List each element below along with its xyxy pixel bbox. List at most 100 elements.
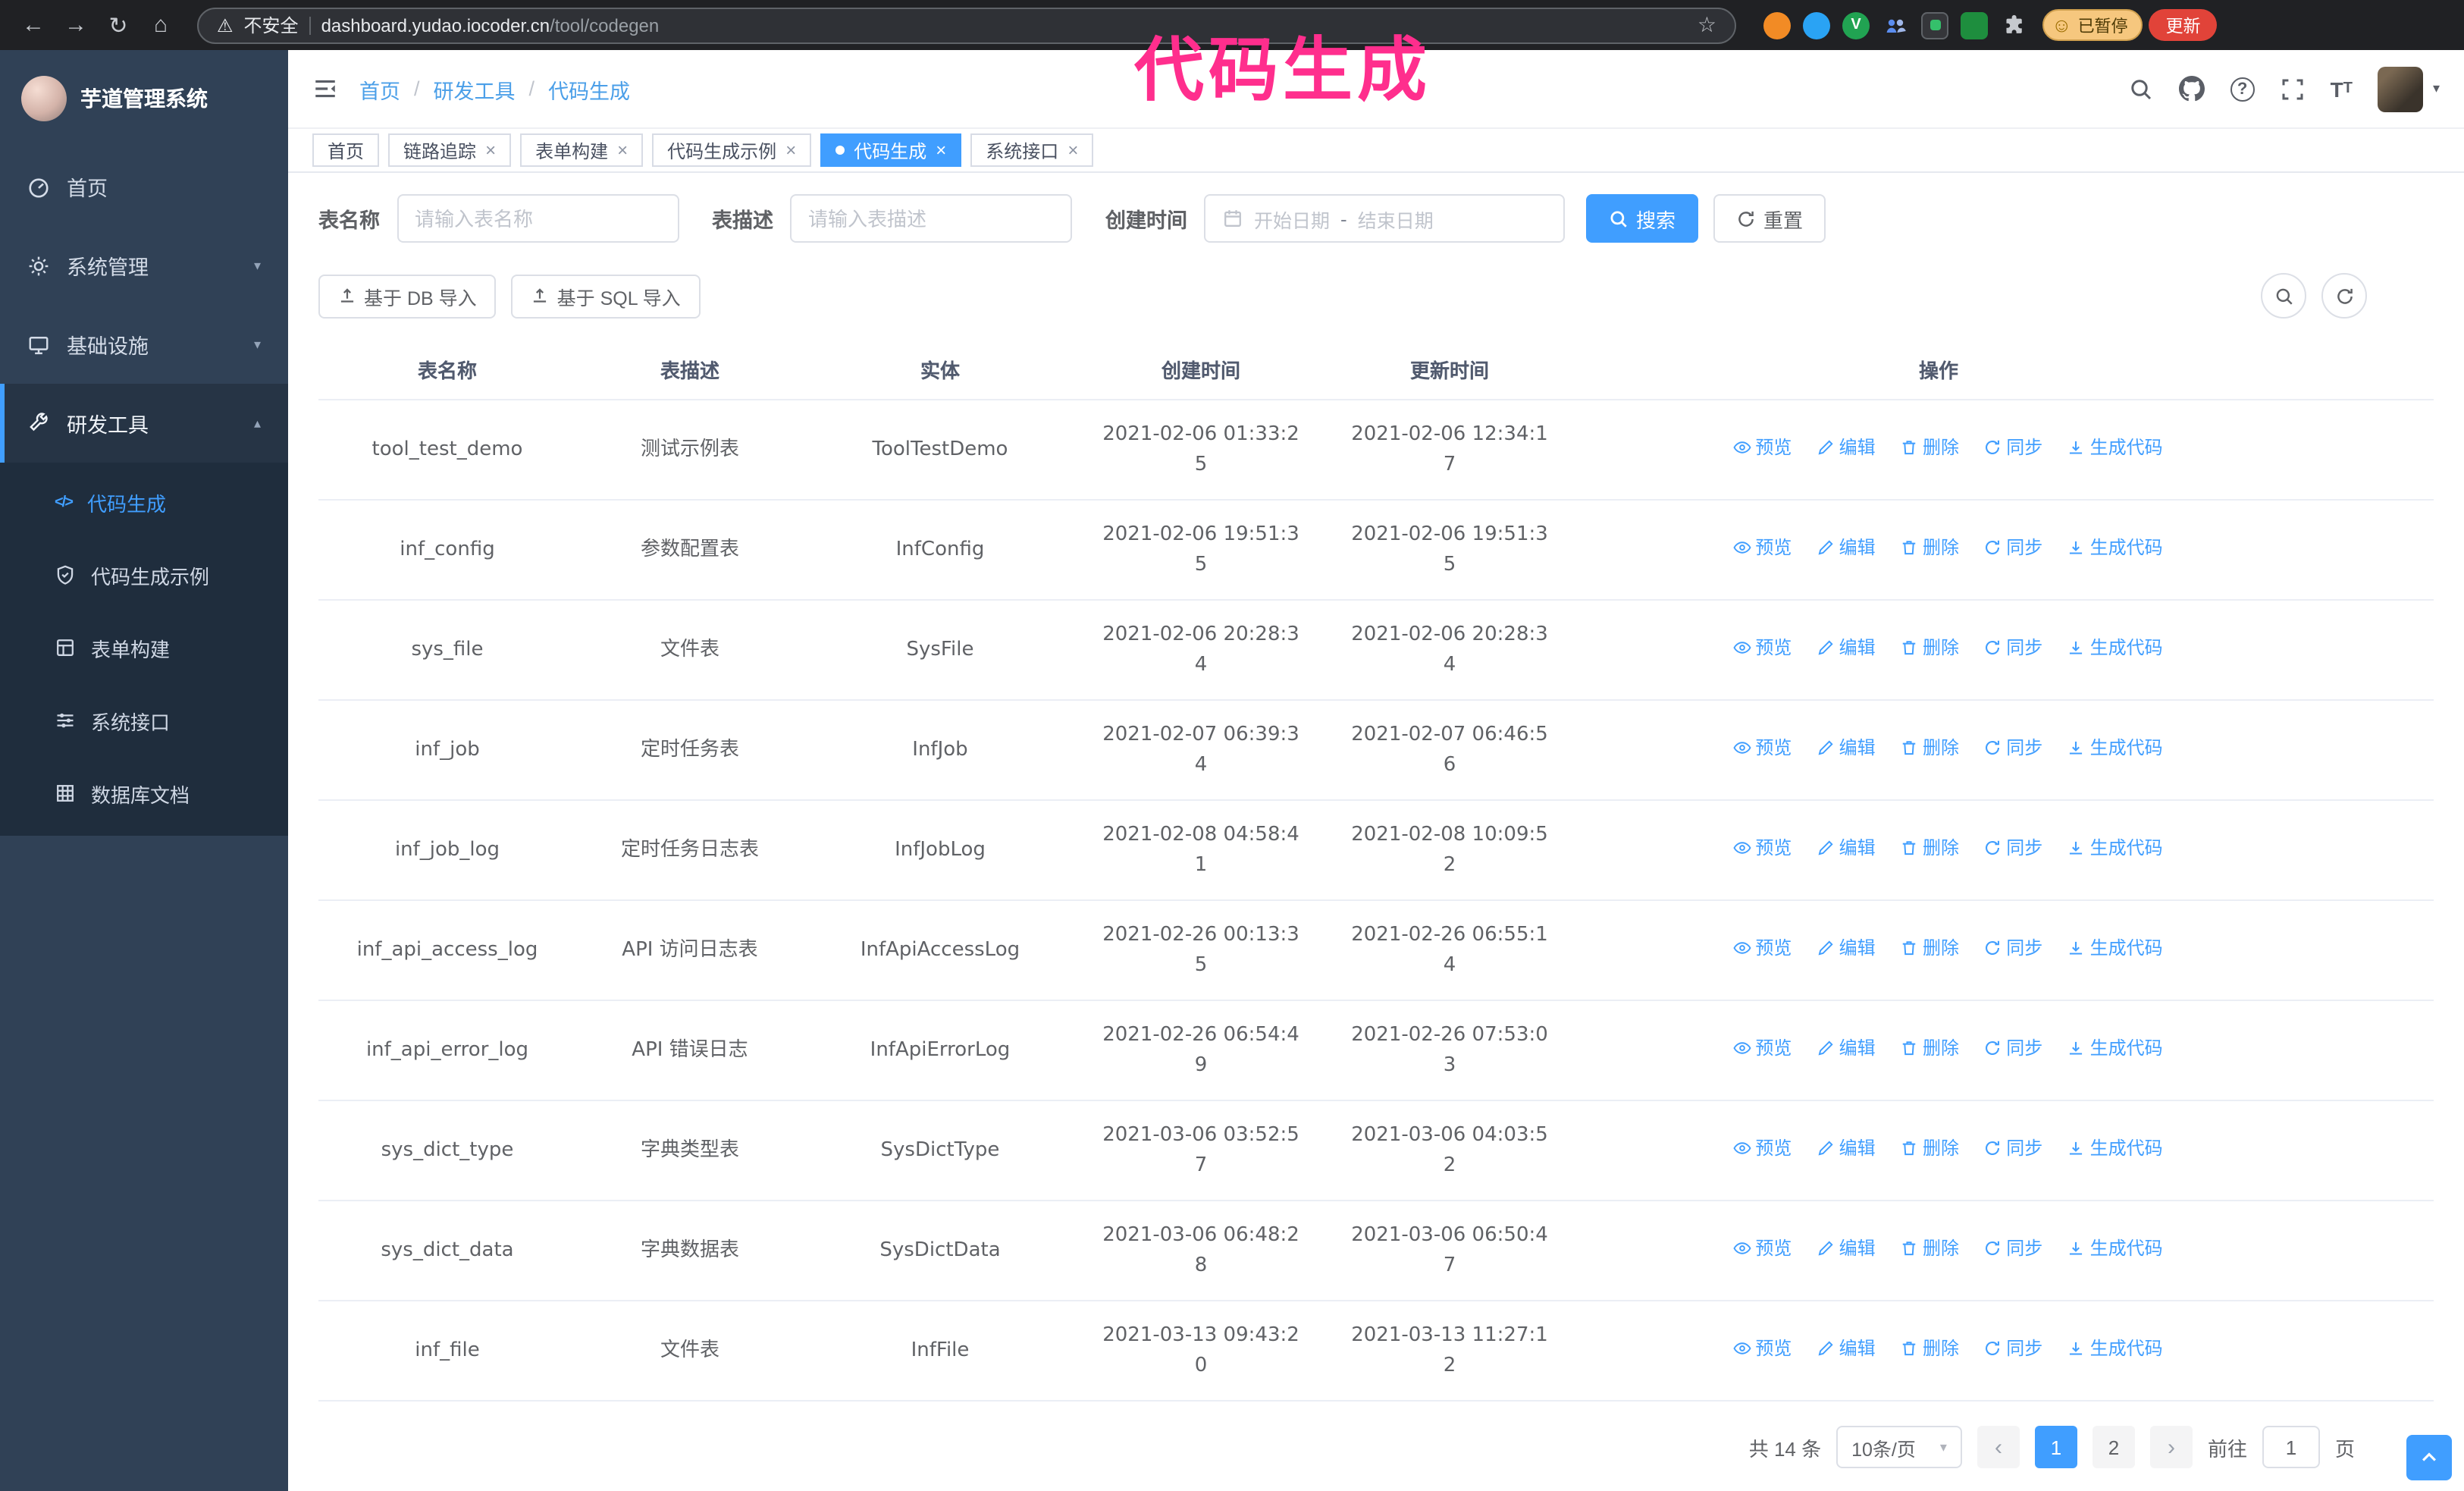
tab-close-icon[interactable]: ×	[936, 141, 946, 159]
edit-link[interactable]: 编辑	[1817, 534, 1876, 561]
generate-code-link[interactable]: 生成代码	[2067, 1235, 2163, 1262]
home-button[interactable]: ⌂	[143, 7, 179, 43]
app-logo[interactable]: 芋道管理系统	[0, 50, 288, 147]
refresh-table-button[interactable]	[2321, 273, 2367, 319]
delete-link[interactable]: 删除	[1900, 1335, 1959, 1362]
edit-link[interactable]: 编辑	[1817, 1034, 1876, 1062]
extension-fox-icon[interactable]	[1763, 11, 1791, 39]
sidebar-item-devtools[interactable]: 研发工具 ▴	[0, 384, 288, 463]
sync-link[interactable]: 同步	[1983, 834, 2042, 862]
preview-link[interactable]: 预览	[1732, 1135, 1792, 1162]
tab-close-icon[interactable]: ×	[485, 141, 496, 159]
sync-link[interactable]: 同步	[1983, 434, 2042, 461]
toggle-search-button[interactable]	[2261, 273, 2306, 319]
delete-link[interactable]: 删除	[1900, 534, 1959, 561]
sidebar-item-form-builder[interactable]: 表单构建	[0, 611, 288, 684]
preview-link[interactable]: 预览	[1732, 634, 1792, 661]
breadcrumb-devtools[interactable]: 研发工具	[434, 74, 516, 104]
delete-link[interactable]: 删除	[1900, 734, 1959, 761]
tab-codegen-example[interactable]: 代码生成示例 ×	[652, 133, 812, 167]
prev-page-button[interactable]: ‹	[1977, 1426, 2020, 1468]
edit-link[interactable]: 编辑	[1817, 1135, 1876, 1162]
delete-link[interactable]: 删除	[1900, 1135, 1959, 1162]
extension-check-icon[interactable]: V	[1842, 11, 1870, 39]
next-page-button[interactable]: ›	[2149, 1426, 2193, 1468]
import-sql-button[interactable]: 基于 SQL 导入	[511, 274, 701, 318]
back-to-top-button[interactable]	[2406, 1435, 2452, 1480]
delete-link[interactable]: 删除	[1900, 934, 1959, 962]
fullscreen-icon[interactable]	[2281, 77, 2305, 101]
sidebar-toggle-icon[interactable]	[312, 76, 338, 102]
edit-link[interactable]: 编辑	[1817, 434, 1876, 461]
tab-codegen[interactable]: 代码生成 ×	[820, 133, 962, 167]
generate-code-link[interactable]: 生成代码	[2067, 1034, 2163, 1062]
tab-form-builder[interactable]: 表单构建 ×	[520, 133, 644, 167]
preview-link[interactable]: 预览	[1732, 1034, 1792, 1062]
search-button[interactable]: 搜索	[1586, 194, 1699, 243]
back-button[interactable]: ←	[15, 7, 52, 43]
goto-page-input[interactable]	[2262, 1426, 2320, 1468]
sync-link[interactable]: 同步	[1983, 1235, 2042, 1262]
security-warning-icon[interactable]: ⚠	[217, 14, 234, 36]
edit-link[interactable]: 编辑	[1817, 834, 1876, 862]
breadcrumb-home[interactable]: 首页	[359, 74, 400, 104]
table-desc-input[interactable]	[790, 194, 1072, 243]
sidebar-item-codegen-example[interactable]: 代码生成示例	[0, 538, 288, 611]
generate-code-link[interactable]: 生成代码	[2067, 1135, 2163, 1162]
edit-link[interactable]: 编辑	[1817, 734, 1876, 761]
date-range-picker[interactable]: 开始日期 - 结束日期	[1204, 194, 1565, 243]
search-icon[interactable]	[2129, 77, 2153, 101]
sidebar-item-system-api[interactable]: 系统接口	[0, 684, 288, 757]
delete-link[interactable]: 删除	[1900, 434, 1959, 461]
delete-link[interactable]: 删除	[1900, 834, 1959, 862]
update-button[interactable]: 更新	[2149, 9, 2218, 41]
preview-link[interactable]: 预览	[1732, 1335, 1792, 1362]
extension-drop-icon[interactable]	[1803, 11, 1830, 39]
preview-link[interactable]: 预览	[1732, 534, 1792, 561]
preview-link[interactable]: 预览	[1732, 1235, 1792, 1262]
generate-code-link[interactable]: 生成代码	[2067, 834, 2163, 862]
sync-link[interactable]: 同步	[1983, 1034, 2042, 1062]
generate-code-link[interactable]: 生成代码	[2067, 634, 2163, 661]
page-button-1[interactable]: 1	[2034, 1426, 2077, 1468]
reload-button[interactable]: ↻	[100, 7, 136, 43]
forward-button[interactable]: →	[58, 7, 94, 43]
delete-link[interactable]: 删除	[1900, 1034, 1959, 1062]
page-size-select[interactable]: 10条/页 ▾	[1836, 1426, 1962, 1468]
delete-link[interactable]: 删除	[1900, 634, 1959, 661]
table-name-input[interactable]	[397, 194, 679, 243]
extension-dark-icon[interactable]	[1921, 11, 1948, 39]
tab-close-icon[interactable]: ×	[1067, 141, 1078, 159]
bookmark-star-icon[interactable]: ☆	[1698, 12, 1716, 38]
page-button-2[interactable]: 2	[2092, 1426, 2135, 1468]
user-menu[interactable]: ▾	[2378, 66, 2440, 111]
font-size-icon[interactable]: TT	[2331, 77, 2353, 101]
generate-code-link[interactable]: 生成代码	[2067, 534, 2163, 561]
sync-link[interactable]: 同步	[1983, 1335, 2042, 1362]
preview-link[interactable]: 预览	[1732, 434, 1792, 461]
tab-trace[interactable]: 链路追踪 ×	[388, 133, 512, 167]
delete-link[interactable]: 删除	[1900, 1235, 1959, 1262]
sync-link[interactable]: 同步	[1983, 634, 2042, 661]
reset-button[interactable]: 重置	[1713, 194, 1826, 243]
edit-link[interactable]: 编辑	[1817, 634, 1876, 661]
extensions-puzzle-icon[interactable]	[2000, 11, 2027, 39]
sidebar-item-home[interactable]: 首页	[0, 147, 288, 226]
generate-code-link[interactable]: 生成代码	[2067, 434, 2163, 461]
tab-home[interactable]: 首页	[312, 133, 380, 167]
generate-code-link[interactable]: 生成代码	[2067, 1335, 2163, 1362]
github-icon[interactable]	[2178, 76, 2205, 102]
preview-link[interactable]: 预览	[1732, 934, 1792, 962]
address-bar[interactable]: ⚠ 不安全 dashboard.yudao.iocoder.cn/tool/co…	[197, 7, 1736, 43]
help-icon[interactable]: ?	[2230, 77, 2255, 101]
sidebar-item-codegen[interactable]: </> 代码生成	[0, 466, 288, 538]
sync-link[interactable]: 同步	[1983, 934, 2042, 962]
tab-close-icon[interactable]: ×	[785, 141, 796, 159]
preview-link[interactable]: 预览	[1732, 734, 1792, 761]
generate-code-link[interactable]: 生成代码	[2067, 934, 2163, 962]
edit-link[interactable]: 编辑	[1817, 934, 1876, 962]
edit-link[interactable]: 编辑	[1817, 1335, 1876, 1362]
sidebar-item-db-docs[interactable]: 数据库文档	[0, 757, 288, 830]
tab-system-api[interactable]: 系统接口 ×	[970, 133, 1094, 167]
import-db-button[interactable]: 基于 DB 导入	[318, 274, 497, 318]
